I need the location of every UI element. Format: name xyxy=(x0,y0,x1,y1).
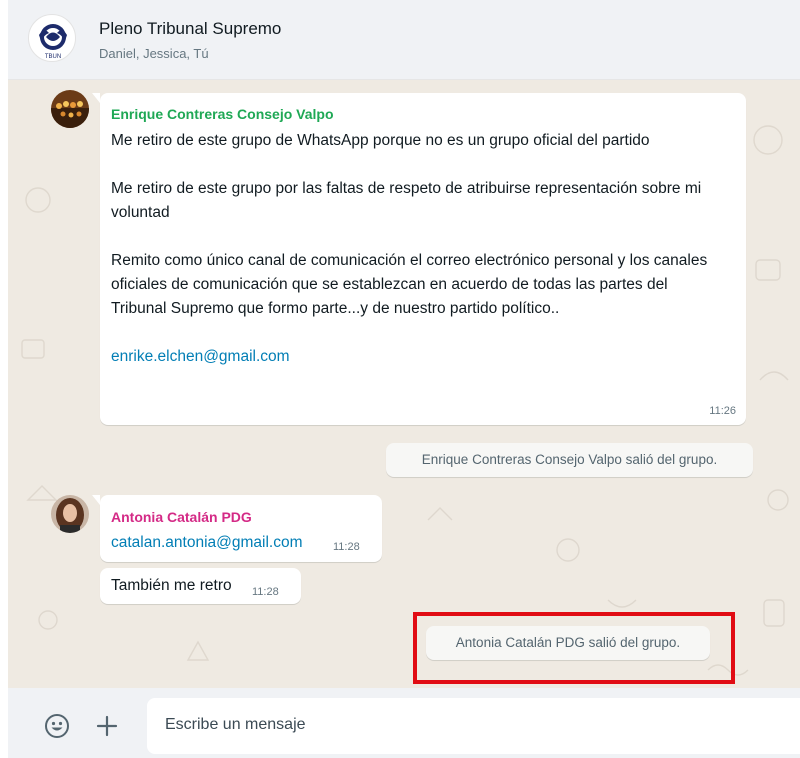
message-input[interactable]: Escribe un mensaje xyxy=(147,698,800,754)
sender-name[interactable]: Enrique Contreras Consejo Valpo xyxy=(111,106,334,122)
emoji-button[interactable] xyxy=(40,709,74,743)
message-input-placeholder: Escribe un mensaje xyxy=(165,716,306,733)
message-paragraph: Remito como único canal de comunicación … xyxy=(111,252,708,317)
sender-avatar[interactable] xyxy=(51,90,89,128)
whatsapp-chat-window: TBUN Pleno Tribunal Supremo Daniel, Jess… xyxy=(8,0,800,758)
emoji-icon xyxy=(45,714,69,738)
sender-photo-icon xyxy=(51,90,89,128)
group-emblem-icon: TBUN xyxy=(39,24,67,60)
message-list[interactable]: Enrique Contreras Consejo Valpo Me retir… xyxy=(8,80,800,688)
message-time: 11:28 xyxy=(333,541,360,553)
message-text: También me retro xyxy=(111,577,232,594)
chat-header[interactable]: TBUN Pleno Tribunal Supremo Daniel, Jess… xyxy=(8,0,800,80)
message-bubble[interactable]: También me retro 11:28 xyxy=(100,568,301,604)
sender-photo-icon xyxy=(51,495,89,533)
svg-text:TBUN: TBUN xyxy=(45,54,61,60)
message-bubble[interactable]: Antonia Catalán PDG catalan.antonia@gmai… xyxy=(92,495,382,562)
group-avatar[interactable]: TBUN xyxy=(28,14,76,62)
chat-title: Pleno Tribunal Supremo xyxy=(99,19,282,38)
message-time: 11:28 xyxy=(252,586,279,598)
message-text: Me retiro de este grupo de WhatsApp porq… xyxy=(111,129,721,369)
email-link[interactable]: catalan.antonia@gmail.com xyxy=(111,531,303,555)
email-link[interactable]: enrike.elchen@gmail.com xyxy=(111,345,721,369)
sender-name[interactable]: Antonia Catalán PDG xyxy=(111,509,252,525)
highlight-box xyxy=(413,612,735,684)
message-time: 11:26 xyxy=(709,405,736,417)
message-bubble[interactable]: Enrique Contreras Consejo Valpo Me retir… xyxy=(92,93,746,425)
message-paragraph: Me retiro de este grupo de WhatsApp porq… xyxy=(111,132,650,149)
system-message: Enrique Contreras Consejo Valpo salió de… xyxy=(386,443,753,477)
attach-button[interactable] xyxy=(90,709,124,743)
composer-bar: Escribe un mensaje xyxy=(8,688,800,758)
sender-avatar[interactable] xyxy=(51,495,89,533)
message-paragraph: Me retiro de este grupo por las faltas d… xyxy=(111,180,702,221)
chat-members: Daniel, Jessica, Tú xyxy=(99,46,209,61)
plus-icon xyxy=(96,715,118,737)
